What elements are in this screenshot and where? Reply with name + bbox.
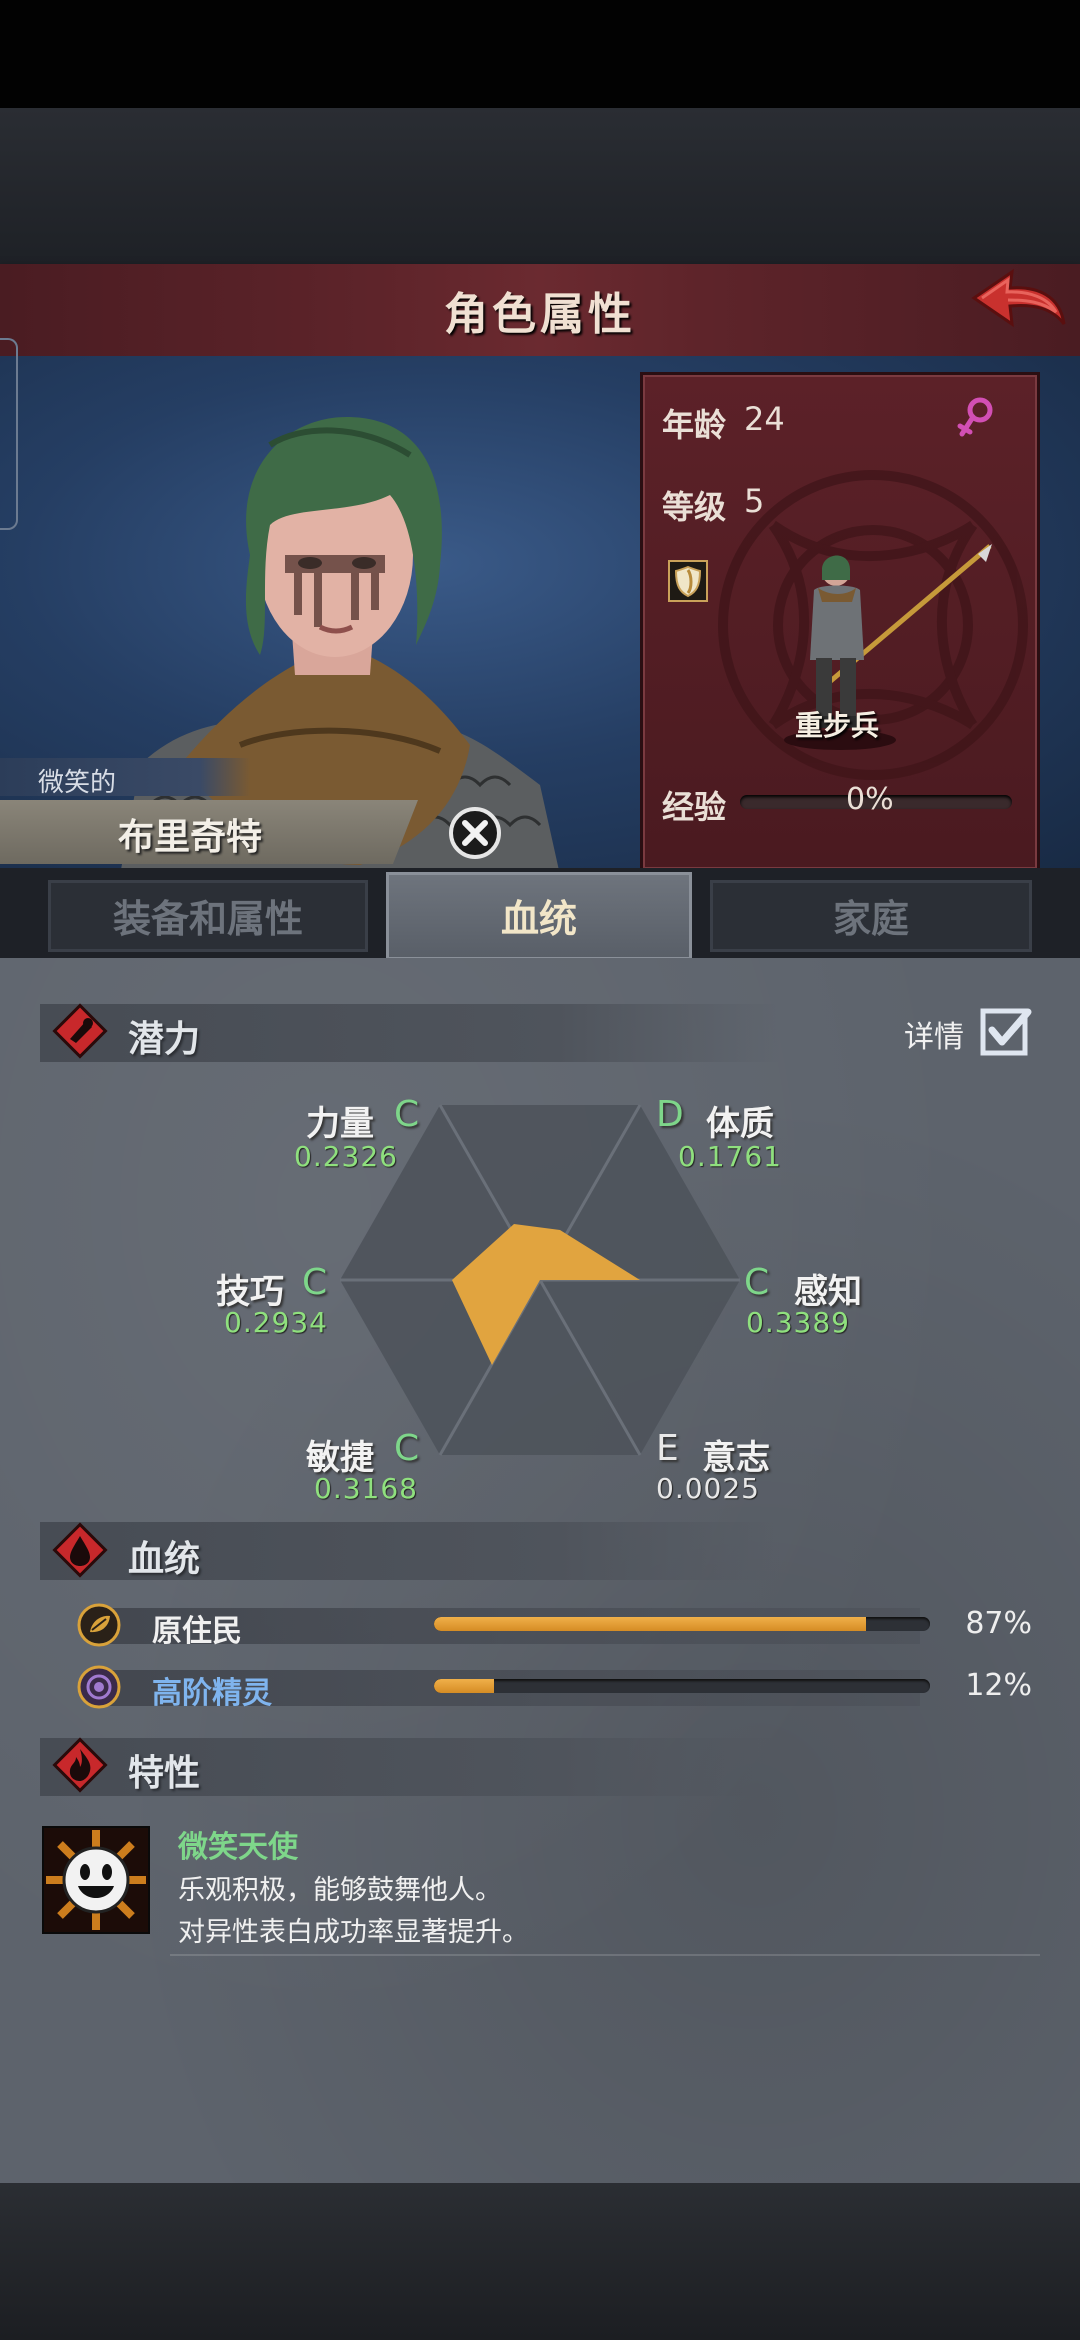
bloodline-progress-bar — [434, 1679, 930, 1693]
leaf-icon — [76, 1602, 122, 1648]
age-value: 24 — [744, 400, 785, 438]
trait-description: 对异性表白成功率显著提升。 — [178, 1917, 529, 1948]
stat-skill-grade: C — [302, 1262, 328, 1303]
bloodline-percent: 12% — [965, 1668, 1032, 1703]
tab-family[interactable]: 家庭 — [710, 880, 1032, 952]
character-epithet: 微笑的 — [38, 768, 117, 798]
close-icon — [449, 807, 501, 859]
back-button[interactable] — [968, 266, 1068, 342]
bloodline-name: 原住民 — [152, 1614, 242, 1649]
level-label: 等级 — [662, 488, 727, 526]
potential-title: 潜力 — [128, 1019, 201, 1060]
stat-constitution-name: 体质 — [706, 1104, 774, 1144]
side-drawer-handle[interactable] — [0, 338, 18, 530]
status-bar-area — [0, 0, 1080, 108]
blood-drop-icon — [52, 1522, 108, 1578]
shield-icon — [668, 560, 708, 602]
dismiss-button[interactable] — [448, 806, 502, 860]
bloodline-percent: 87% — [965, 1606, 1032, 1641]
stat-will-grade: E — [656, 1428, 679, 1469]
trait-description: 乐观积极，能够鼓舞他人。 — [178, 1875, 502, 1906]
stat-strength-name: 力量 — [306, 1104, 374, 1144]
stat-constitution-grade: D — [656, 1094, 684, 1135]
stat-constitution-value: 0.1761 — [678, 1140, 782, 1173]
female-icon — [956, 396, 994, 440]
details-label: 详情 — [904, 1020, 964, 1055]
back-arrow-icon — [971, 268, 1066, 328]
stat-perception-value: 0.3389 — [746, 1306, 850, 1339]
stat-will-value: 0.0025 — [656, 1472, 760, 1505]
age-label: 年龄 — [662, 406, 727, 444]
page-title: 角色属性 — [444, 289, 636, 340]
stat-agility-grade: C — [394, 1428, 420, 1469]
elf-eye-icon — [76, 1664, 122, 1710]
details-checkbox[interactable] — [980, 1006, 1032, 1058]
bloodline-progress-bar — [434, 1617, 930, 1631]
bloodline-name: 高阶精灵 — [152, 1676, 272, 1711]
smile-face-icon[interactable] — [42, 1826, 150, 1934]
character-name: 布里奇特 — [118, 817, 263, 858]
checkmark-icon — [980, 1008, 1032, 1056]
trait-name: 微笑天使 — [178, 1830, 298, 1865]
unit-class-label: 重步兵 — [794, 709, 879, 742]
traits-title: 特性 — [128, 1753, 201, 1794]
stat-strength-grade: C — [394, 1094, 420, 1135]
stat-skill-value: 0.2934 — [224, 1306, 328, 1339]
potential-icon — [52, 1003, 108, 1059]
stat-perception-grade: C — [744, 1262, 770, 1303]
stat-agility-value: 0.3168 — [314, 1472, 418, 1505]
divider — [170, 1954, 1040, 1956]
top-band — [0, 108, 1080, 266]
exp-label: 经验 — [662, 788, 727, 826]
flame-icon — [52, 1737, 108, 1793]
stat-strength-value: 0.2326 — [294, 1140, 398, 1173]
bloodline-title: 血统 — [128, 1539, 201, 1580]
tab-bloodline[interactable]: 血统 — [386, 872, 692, 960]
level-value: 5 — [744, 482, 765, 520]
tab-equipment-attributes[interactable]: 装备和属性 — [48, 880, 368, 952]
exp-percent: 0% — [846, 782, 894, 817]
bottom-band — [0, 2183, 1080, 2340]
bloodline-fill — [434, 1679, 494, 1693]
bloodline-fill — [434, 1617, 866, 1631]
